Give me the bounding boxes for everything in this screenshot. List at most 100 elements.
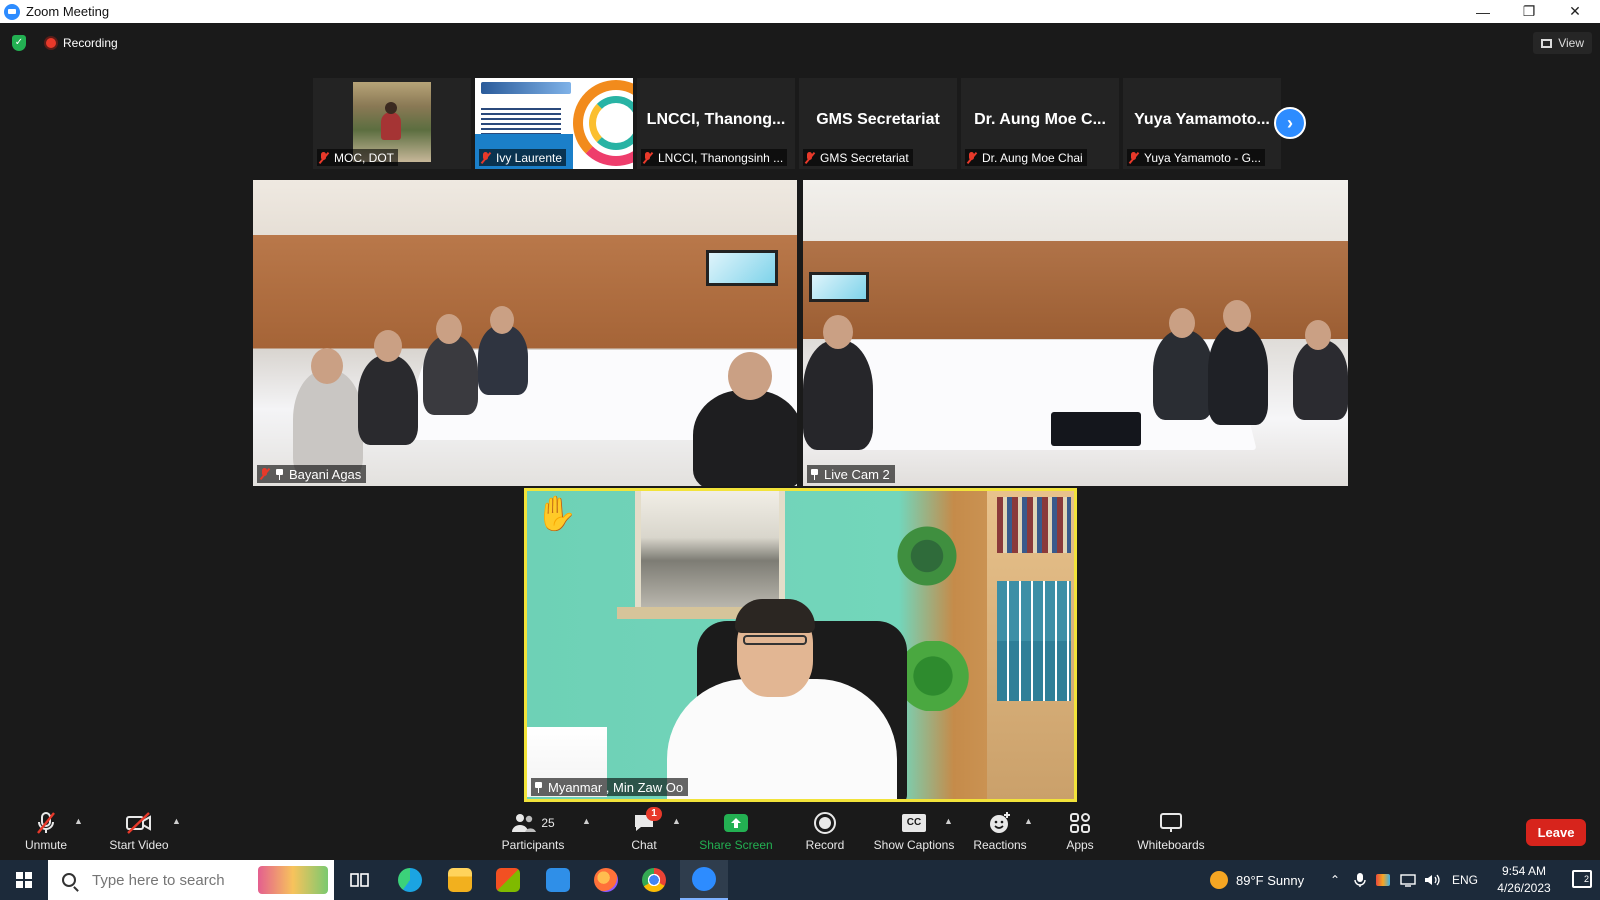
- participant-big-name: GMS Secretariat: [816, 111, 940, 128]
- participant-name: GMS Secretariat: [820, 150, 909, 165]
- recording-indicator[interactable]: Recording: [40, 32, 124, 54]
- taskbar-app-zoom[interactable]: [680, 860, 728, 900]
- video-tile-bayani-agas[interactable]: Bayani Agas: [253, 180, 797, 486]
- window-title: Zoom Meeting: [26, 4, 110, 19]
- taskbar-app-mail[interactable]: [534, 860, 582, 900]
- show-hidden-icons-button[interactable]: ⌃: [1330, 860, 1340, 900]
- participant-name: Dr. Aung Moe Chai: [982, 150, 1083, 165]
- show-captions-button[interactable]: CC Show Captions: [872, 806, 956, 860]
- next-page-arrow-icon[interactable]: ›: [1274, 107, 1306, 139]
- wall-painting-image: [635, 491, 785, 607]
- participant-name: Yuya Yamamoto - G...: [1144, 150, 1261, 165]
- video-tile-active-speaker[interactable]: ✋ Myanmar , Min Zaw Oo: [524, 488, 1077, 802]
- participant-name-tag: Live Cam 2: [807, 465, 895, 483]
- share-screen-button[interactable]: Share Screen: [698, 806, 774, 860]
- attendee-head-image: [311, 348, 343, 384]
- participant-name-tag: Bayani Agas: [257, 465, 367, 483]
- participant-thumb-5[interactable]: Dr. Aung Moe C... Dr. Aung Moe Chai: [961, 78, 1119, 169]
- attendee-head-image: [1305, 320, 1331, 350]
- participants-button[interactable]: 25 Participants: [500, 806, 566, 860]
- taskbar-app-edge[interactable]: [386, 860, 434, 900]
- clock-time: 9:54 AM: [1501, 864, 1547, 878]
- sun-icon: [1210, 871, 1228, 889]
- taskbar-search[interactable]: [48, 860, 334, 900]
- plant-image: [897, 641, 987, 711]
- attendee-head-image: [823, 315, 853, 349]
- attendee-head-image: [728, 352, 772, 400]
- mic-muted-icon: [35, 810, 57, 836]
- apps-button[interactable]: Apps: [1058, 806, 1102, 860]
- network-tray-icon[interactable]: [1400, 860, 1416, 900]
- chat-button[interactable]: 1 Chat: [620, 806, 668, 860]
- record-button[interactable]: Record: [800, 806, 850, 860]
- reactions-options-chevron-icon[interactable]: ▲: [1024, 816, 1033, 826]
- taskbar-app-firefox[interactable]: [582, 860, 630, 900]
- video-options-chevron-icon[interactable]: ▲: [172, 816, 181, 826]
- volume-tray-icon[interactable]: [1424, 860, 1442, 900]
- captions-options-chevron-icon[interactable]: ▲: [944, 816, 953, 826]
- language-indicator[interactable]: ENG: [1452, 860, 1478, 900]
- video-off-icon: [125, 810, 153, 836]
- record-label: Record: [805, 838, 845, 852]
- chevron-up-icon: ⌃: [1330, 873, 1341, 887]
- store-icon: [496, 868, 520, 892]
- unmute-button[interactable]: Unmute: [22, 806, 70, 860]
- weather-widget[interactable]: 89°F Sunny: [1210, 860, 1304, 900]
- close-button[interactable]: ✕: [1552, 0, 1598, 23]
- participant-thumb-6[interactable]: Yuya Yamamoto... Yuya Yamamoto - G...: [1123, 78, 1281, 169]
- chat-options-chevron-icon[interactable]: ▲: [672, 816, 681, 826]
- participant-thumb-2[interactable]: Ivy Laurente: [475, 78, 633, 169]
- taskbar-app-store[interactable]: [484, 860, 532, 900]
- participant-name-tag: GMS Secretariat: [803, 149, 913, 166]
- security-tray-icon[interactable]: [1376, 860, 1390, 900]
- microphone-tray-icon[interactable]: [1354, 860, 1366, 900]
- participant-thumb-3[interactable]: LNCCI, Thanong... LNCCI, Thanongsinh ...: [637, 78, 795, 169]
- chrome-icon: [642, 868, 666, 892]
- search-input[interactable]: [92, 871, 262, 889]
- tray-app-icon: [1376, 874, 1390, 886]
- start-video-label: Start Video: [109, 838, 169, 852]
- taskbar-clock[interactable]: 9:54 AM 4/26/2023: [1484, 863, 1564, 897]
- leave-button[interactable]: Leave: [1526, 819, 1586, 846]
- grid-view-icon: [1541, 38, 1553, 48]
- restore-button[interactable]: ❐: [1506, 0, 1552, 23]
- participant-big-name: Yuya Yamamoto...: [1134, 111, 1270, 128]
- zoom-logo-icon: [4, 3, 20, 20]
- audio-options-chevron-icon[interactable]: ▲: [74, 816, 83, 826]
- participant-name: LNCCI, Thanongsinh ...: [658, 150, 784, 165]
- participant-name: Live Cam 2: [824, 466, 890, 482]
- reactions-smiley-icon: [988, 810, 1012, 836]
- taskbar-app-file-explorer[interactable]: [436, 860, 484, 900]
- participant-name-tag: LNCCI, Thanongsinh ...: [641, 149, 788, 166]
- whiteboards-button[interactable]: Whiteboards: [1134, 806, 1208, 860]
- taskbar-app-chrome[interactable]: [630, 860, 678, 900]
- firefox-icon: [594, 868, 618, 892]
- attendee-image: [423, 335, 478, 415]
- mic-muted-icon: [643, 151, 652, 164]
- participant-thumb-1[interactable]: MOC, DOT: [313, 78, 471, 169]
- mic-muted-icon: [805, 151, 814, 164]
- security-shield-icon[interactable]: ✓: [12, 35, 26, 51]
- search-highlight-image: [258, 866, 328, 894]
- start-video-button[interactable]: Start Video: [106, 806, 172, 860]
- start-button[interactable]: [0, 860, 48, 900]
- captions-icon: CC: [902, 810, 926, 836]
- notification-center-icon[interactable]: 2: [1572, 870, 1592, 888]
- participant-big-name: LNCCI, Thanong...: [646, 111, 786, 128]
- folder-icon: [448, 868, 472, 892]
- recording-dot-icon: [46, 38, 56, 48]
- video-tile-live-cam-2[interactable]: Live Cam 2: [803, 180, 1348, 486]
- task-view-icon: [350, 873, 369, 887]
- task-view-button[interactable]: [336, 860, 384, 900]
- participants-options-chevron-icon[interactable]: ▲: [582, 816, 591, 826]
- speaker-hair-image: [735, 599, 815, 633]
- minimize-button[interactable]: —: [1460, 0, 1506, 23]
- attendee-image: [1293, 340, 1348, 420]
- plant-image: [887, 521, 967, 591]
- reactions-button[interactable]: Reactions: [972, 806, 1028, 860]
- attendee-head-image: [436, 314, 462, 344]
- view-button[interactable]: View: [1533, 32, 1592, 54]
- pin-icon: [275, 468, 283, 480]
- search-icon: [62, 873, 76, 887]
- participant-thumb-4[interactable]: GMS Secretariat GMS Secretariat: [799, 78, 957, 169]
